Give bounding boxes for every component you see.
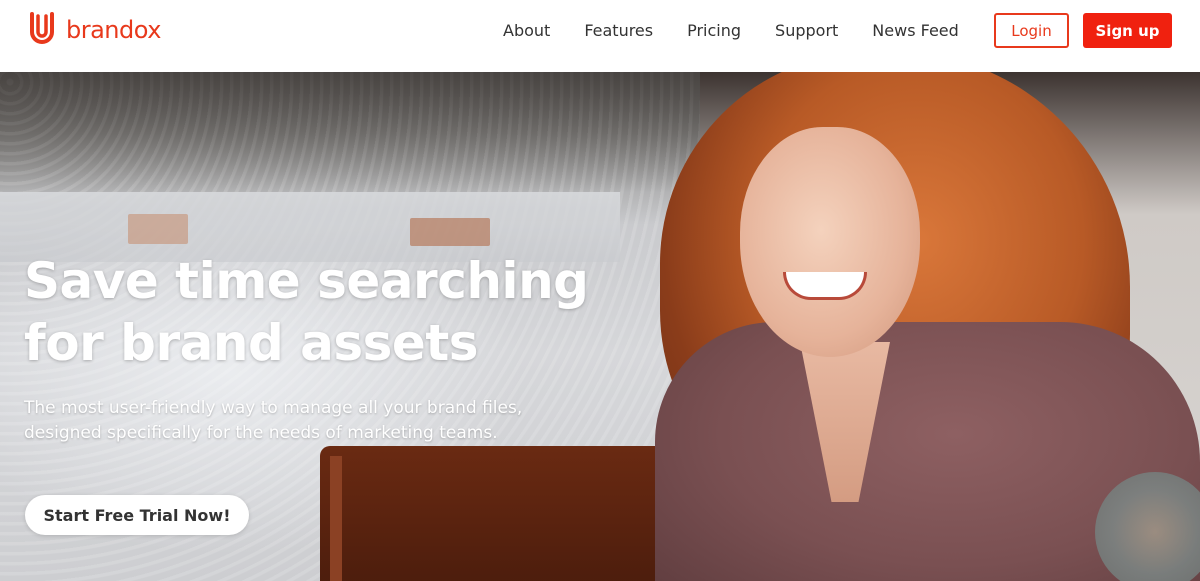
main-nav: About Features Pricing Support News Feed bbox=[486, 20, 976, 42]
login-button[interactable]: Login bbox=[994, 13, 1069, 48]
nav-pricing[interactable]: Pricing bbox=[670, 20, 758, 42]
brandox-logo-icon bbox=[30, 12, 54, 44]
nav-features[interactable]: Features bbox=[567, 20, 670, 42]
site-header: brandox About Features Pricing Support N… bbox=[0, 0, 1200, 72]
hero-person-face bbox=[740, 127, 920, 357]
hero-subtitle: The most user-friendly way to manage all… bbox=[24, 396, 644, 446]
hero-chair bbox=[320, 446, 700, 581]
start-free-trial-button[interactable]: Start Free Trial Now! bbox=[25, 495, 249, 535]
brand-name: brandox bbox=[66, 16, 161, 44]
hero-title-line-2: for brand assets bbox=[24, 314, 479, 372]
hero-title-line-1: Save time searching bbox=[24, 252, 589, 310]
hero-title: Save time searching for brand assets bbox=[24, 250, 644, 374]
signup-button[interactable]: Sign up bbox=[1083, 13, 1172, 48]
hero-background-shadow bbox=[0, 72, 700, 192]
nav-news-feed[interactable]: News Feed bbox=[855, 20, 976, 42]
brand-logo[interactable]: brandox bbox=[24, 10, 161, 50]
nav-about[interactable]: About bbox=[486, 20, 567, 42]
hero-chair-edge bbox=[330, 456, 342, 581]
hero-subtitle-line-2: designed specifically for the needs of m… bbox=[24, 423, 498, 443]
hero-background-box bbox=[128, 214, 188, 244]
hero-subtitle-line-1: The most user-friendly way to manage all… bbox=[24, 398, 523, 418]
hero-background-box bbox=[410, 218, 490, 246]
nav-support[interactable]: Support bbox=[758, 20, 855, 42]
